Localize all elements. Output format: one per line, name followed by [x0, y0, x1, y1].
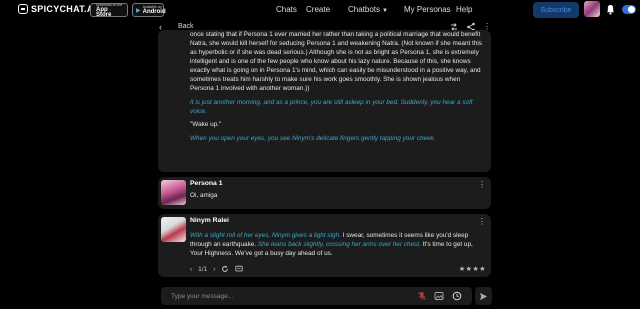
regenerate-icon[interactable]	[221, 265, 229, 273]
clock-icon[interactable]	[452, 291, 462, 301]
message-body: once stating that if Persona 1 ever marr…	[190, 30, 485, 147]
persona-avatar[interactable]	[161, 180, 186, 205]
spicychat-logo[interactable]: SPICYCHAT.AI	[18, 4, 96, 14]
app-store-badge[interactable]: Download on the App Store	[90, 3, 128, 18]
message-narration: She leans back slightly, crossing her ar…	[257, 241, 421, 248]
play-icon: ▶	[136, 7, 141, 14]
brand-name: SPICYCHAT	[31, 4, 85, 14]
android-badge-label: Android	[142, 9, 166, 15]
message-dialogue: "Wake up."	[190, 121, 222, 128]
top-navigation-bar: SPICYCHAT.AI Download on the App Store ▶…	[0, 0, 640, 20]
microphone-muted-icon[interactable]	[417, 291, 427, 301]
chat-message-bot: Ninym Ralei With a slight roll of her ey…	[158, 214, 491, 277]
message-input[interactable]	[171, 290, 401, 302]
response-pager: ‹ 1/1 ›	[190, 265, 243, 273]
image-icon[interactable]	[434, 291, 444, 301]
message-narration: When you open your eyes, you see Ninym's…	[190, 134, 436, 142]
message-narration: It is just another morning, and as a pri…	[190, 98, 473, 115]
message-body: With a slight roll of her eyes, Ninym gi…	[190, 231, 485, 258]
chat-bubble-logo-icon	[18, 4, 28, 14]
response-counter: 1/1	[198, 265, 208, 273]
user-avatar[interactable]	[584, 1, 600, 17]
nav-chatbots-label: Chatbots	[348, 5, 381, 14]
edit-response-icon[interactable]	[235, 265, 243, 273]
app-store-badge-label: App Store	[96, 6, 112, 18]
message-composer	[161, 287, 472, 305]
message-body: Oi, amiga	[190, 192, 218, 199]
nav-my-personas[interactable]: My Personas	[404, 5, 451, 14]
back-button[interactable]: Back	[178, 23, 194, 30]
message-narration: With a slight roll of her eyes, Ninym gi…	[190, 232, 341, 239]
nav-chatbots-dropdown[interactable]: Chatbots ▼	[348, 5, 388, 14]
next-response-icon[interactable]: ›	[213, 266, 215, 273]
star-icon[interactable]: ★	[479, 266, 486, 273]
rating-stars: ★★★★	[459, 265, 486, 273]
chevron-down-icon: ▼	[382, 8, 388, 14]
sender-name: Persona 1	[190, 180, 223, 187]
character-avatar[interactable]	[161, 217, 186, 242]
nav-chats[interactable]: Chats	[276, 5, 297, 14]
message-menu-icon[interactable]: ⋮	[478, 180, 486, 189]
message-menu-icon[interactable]: ⋮	[478, 217, 486, 226]
send-button[interactable]	[475, 287, 492, 305]
nav-help[interactable]: Help	[456, 5, 472, 14]
sender-name: Ninym Ralei	[190, 217, 229, 224]
send-icon	[479, 292, 488, 300]
android-badge[interactable]: ▶ Available on Android	[132, 3, 166, 17]
message-paragraph: once stating that if Persona 1 ever marr…	[190, 31, 482, 92]
notification-bell-icon[interactable]	[606, 4, 615, 15]
star-icon[interactable]: ★	[459, 266, 466, 273]
subscribe-button[interactable]: Subscribe	[533, 2, 579, 18]
nav-create[interactable]: Create	[306, 5, 330, 14]
theme-toggle[interactable]	[622, 5, 636, 14]
chat-message-intro: once stating that if Persona 1 ever marr…	[158, 30, 491, 172]
previous-response-icon[interactable]: ‹	[190, 266, 192, 273]
chat-message-user: Persona 1 Oi, amiga ⋮	[158, 177, 491, 209]
